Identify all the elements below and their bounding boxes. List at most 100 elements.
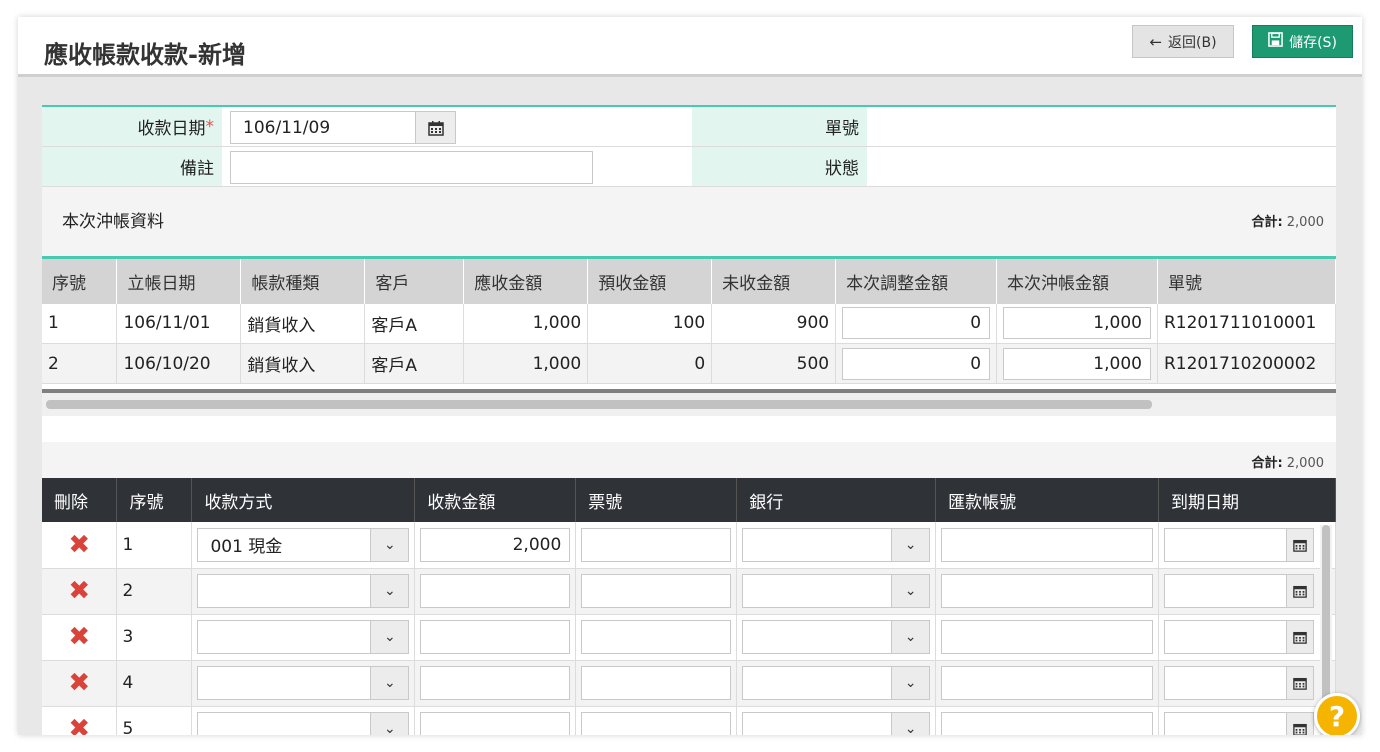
cell-seq: 2 <box>116 568 193 615</box>
chevron-down-icon[interactable]: ⌄ <box>370 713 409 735</box>
cell-account <box>935 568 1159 615</box>
chevron-down-icon[interactable]: ⌄ <box>370 667 409 699</box>
calendar-icon[interactable] <box>415 111 456 144</box>
table-row: ✖ 2 ⌄ ⌄ <box>42 568 1336 615</box>
method-select[interactable]: ⌄ <box>197 666 410 700</box>
table-row: 2 106/10/20 銷貨收入 客戶A 1,000 0 500 0 1,000… <box>42 343 1337 384</box>
table-row: ✖ 3 ⌄ ⌄ <box>42 614 1336 661</box>
cell-seq: 2 <box>42 343 118 384</box>
col-adjust: 本次調整金額 <box>835 257 998 304</box>
x-icon[interactable]: ✖ <box>68 622 90 652</box>
cell-method: 001 現金 ⌄ <box>191 522 416 569</box>
cell-date: 106/11/01 <box>116 303 242 344</box>
table-row: ✖ 5 ⌄ ⌄ <box>42 706 1336 735</box>
back-button-label: 返回(B) <box>1168 34 1217 51</box>
col-method: 收款方式 <box>191 478 416 522</box>
account-input[interactable] <box>941 527 1153 562</box>
account-input[interactable] <box>941 574 1153 608</box>
scrollbar-thumb[interactable] <box>46 400 1152 409</box>
amount-input[interactable] <box>420 666 571 700</box>
chevron-down-icon[interactable]: ⌄ <box>370 528 409 561</box>
payment-total: 合計: 2,000 <box>1251 452 1324 471</box>
calendar-icon[interactable] <box>1286 574 1314 608</box>
method-select[interactable]: ⌄ <box>197 574 410 608</box>
method-select[interactable]: ⌄ <box>197 620 410 654</box>
method-select[interactable]: 001 現金 ⌄ <box>197 527 410 562</box>
memo-input[interactable] <box>230 151 593 184</box>
amount-input[interactable]: 2,000 <box>420 527 571 562</box>
offset-input[interactable]: 1,000 <box>1003 347 1151 380</box>
back-button[interactable]: ← 返回(B) <box>1132 25 1234 58</box>
col-seq: 序號 <box>116 478 193 522</box>
account-input[interactable] <box>941 666 1153 700</box>
bank-select[interactable]: ⌄ <box>742 620 931 654</box>
chevron-down-icon[interactable]: ⌄ <box>891 575 930 607</box>
bank-select[interactable]: ⌄ <box>742 527 931 562</box>
page-title: 應收帳款收款-新增 <box>44 41 246 69</box>
x-icon[interactable]: ✖ <box>68 576 90 606</box>
bank-select[interactable]: ⌄ <box>742 574 931 608</box>
account-input[interactable] <box>941 620 1153 654</box>
chevron-down-icon[interactable]: ⌄ <box>891 621 930 653</box>
calendar-icon[interactable] <box>1286 712 1314 735</box>
method-select[interactable]: ⌄ <box>197 712 410 735</box>
x-icon[interactable]: ✖ <box>68 668 90 698</box>
ticket-input[interactable] <box>581 527 732 562</box>
ticket-input[interactable] <box>581 620 732 654</box>
due-date-input[interactable] <box>1164 712 1314 735</box>
cell-offset: 1,000 <box>996 303 1158 344</box>
delete-cell: ✖ <box>42 568 118 615</box>
date-label: 收款日期 * <box>42 107 222 146</box>
horizontal-scrollbar[interactable] <box>42 389 1336 416</box>
due-date-input[interactable] <box>1164 666 1314 700</box>
help-button[interactable]: ? <box>1314 693 1360 735</box>
memo-label: 備註 <box>42 147 222 186</box>
cell-method: ⌄ <box>191 706 416 735</box>
cell-doc: R1201710200002 <box>1157 343 1337 384</box>
offset-input[interactable]: 1,000 <box>1003 307 1151 340</box>
chevron-down-icon[interactable]: ⌄ <box>891 713 930 735</box>
cell-adjust: 0 <box>835 303 998 344</box>
due-date-input[interactable] <box>1164 527 1314 562</box>
ticket-input[interactable] <box>581 574 732 608</box>
account-input[interactable] <box>941 712 1153 735</box>
calendar-icon[interactable] <box>1286 666 1314 700</box>
payment-section-header: 合計: 2,000 <box>42 442 1336 478</box>
chevron-down-icon[interactable]: ⌄ <box>370 621 409 653</box>
calendar-icon[interactable] <box>1286 527 1314 562</box>
bank-select[interactable]: ⌄ <box>742 712 931 735</box>
cell-method: ⌄ <box>191 660 416 707</box>
question-icon: ? <box>1328 699 1346 733</box>
chevron-down-icon[interactable]: ⌄ <box>891 667 930 699</box>
due-date-input[interactable] <box>1164 620 1314 654</box>
cell-due <box>1158 522 1336 569</box>
chevron-down-icon[interactable]: ⌄ <box>891 528 930 561</box>
amount-input[interactable] <box>420 712 571 735</box>
col-type: 帳款種類 <box>240 257 366 304</box>
adjust-input[interactable]: 0 <box>842 347 991 380</box>
calendar-icon[interactable] <box>1286 620 1314 654</box>
ticket-input[interactable] <box>581 666 732 700</box>
col-account: 匯款帳號 <box>935 478 1159 522</box>
col-offset: 本次沖帳金額 <box>996 257 1158 304</box>
cell-method: ⌄ <box>191 568 416 615</box>
chevron-down-icon[interactable]: ⌄ <box>370 575 409 607</box>
payment-total-value: 2,000 <box>1286 456 1324 471</box>
adjust-input[interactable]: 0 <box>842 307 991 340</box>
amount-input[interactable] <box>420 574 571 608</box>
required-mark: * <box>205 116 215 137</box>
x-icon[interactable]: ✖ <box>68 714 90 735</box>
ticket-input[interactable] <box>581 712 732 735</box>
x-icon[interactable]: ✖ <box>68 530 90 560</box>
form-row-2: 備註 狀態 <box>42 147 1336 187</box>
bank-select[interactable]: ⌄ <box>742 666 931 700</box>
settle-section-header: 本次沖帳資料 合計: 2,000 <box>42 187 1336 256</box>
due-date-input[interactable] <box>1164 574 1314 608</box>
date-input[interactable]: 106/11/09 <box>230 111 416 144</box>
settle-table: 序號 立帳日期 帳款種類 客戶 應收金額 預收金額 未收金額 本次調整金額 本次… <box>42 256 1337 384</box>
save-button[interactable]: 儲存(S) <box>1252 25 1353 58</box>
cell-offset: 1,000 <box>996 343 1158 384</box>
main-content: 收款日期 * 106/11/09 單號 備註 狀態 本次沖帳資料 合計: 2,00… <box>42 105 1337 735</box>
amount-input[interactable] <box>420 620 571 654</box>
cell-unpaid: 500 <box>711 343 837 384</box>
